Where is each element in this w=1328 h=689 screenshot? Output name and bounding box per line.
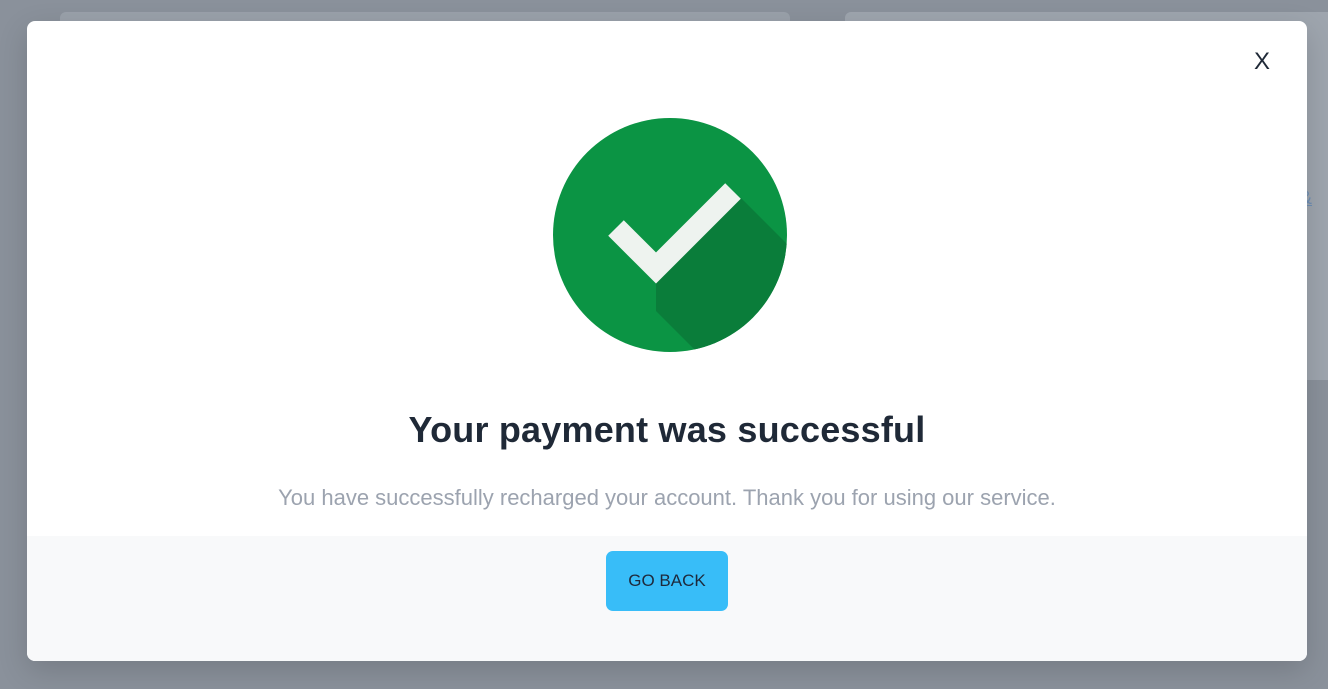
success-title: Your payment was successful (408, 409, 926, 450)
close-button[interactable]: X (1247, 47, 1277, 77)
modal-footer: GO BACK (27, 536, 1307, 661)
payment-success-modal: X Your payment was successful You have s… (27, 21, 1307, 661)
check-circle-icon (553, 118, 787, 352)
page-backdrop: & X Your payment was successful You have… (0, 0, 1328, 689)
go-back-button[interactable]: GO BACK (606, 551, 728, 611)
success-message: You have successfully recharged your acc… (278, 485, 1056, 510)
